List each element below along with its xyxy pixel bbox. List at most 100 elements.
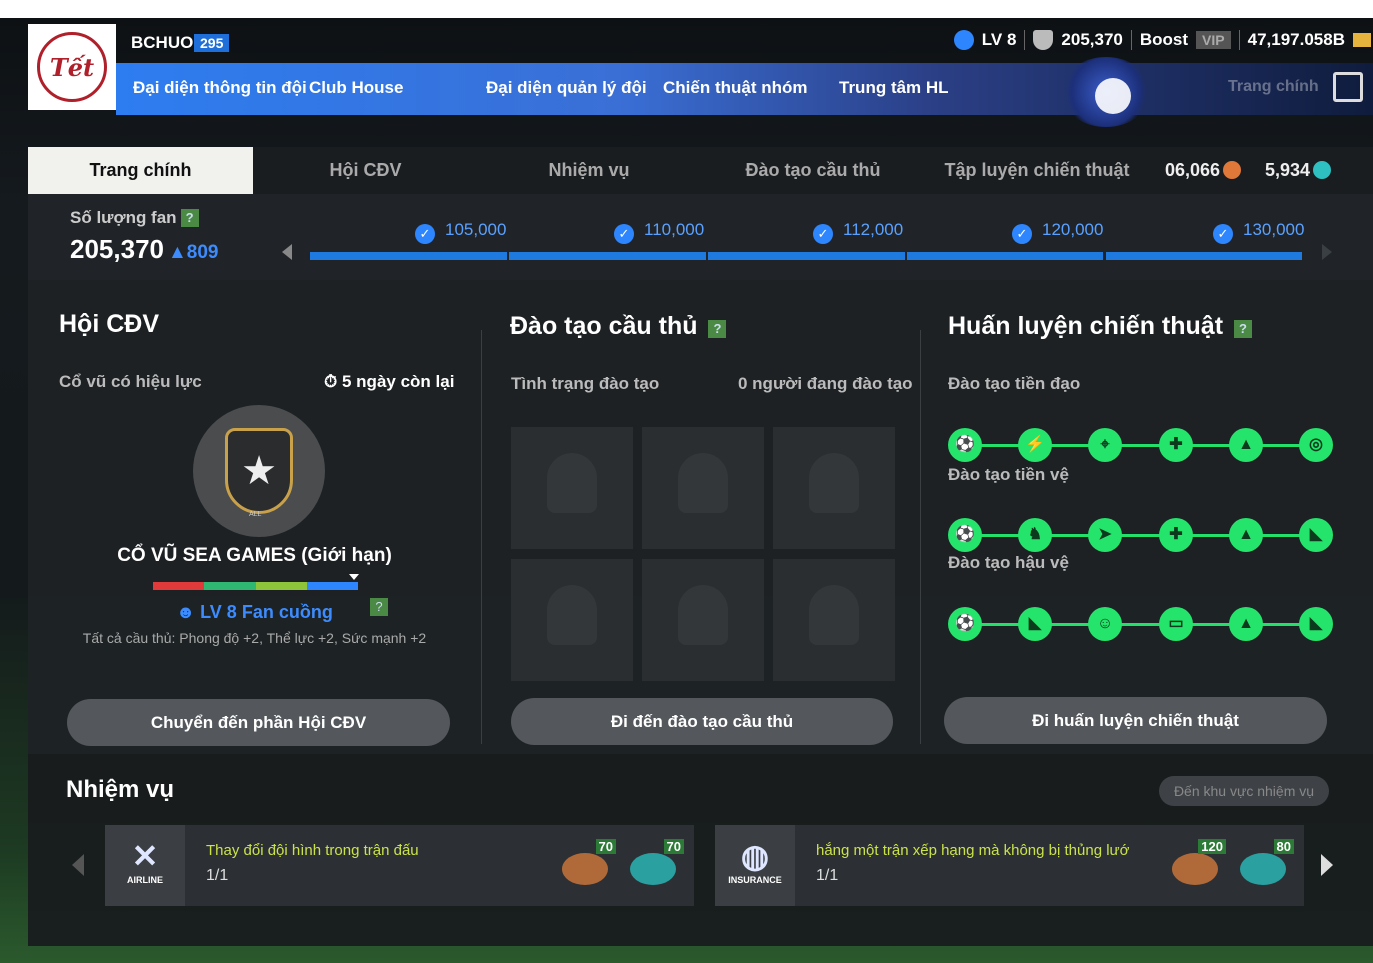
nav-club-house[interactable]: Club House [309,63,403,115]
nav-team-tactics[interactable]: Chiến thuật nhóm [663,63,807,115]
jersey-icon[interactable]: ▲ [1229,518,1263,552]
divider [1130,30,1132,50]
divider [920,330,921,744]
go-fan-club-button[interactable]: Chuyển đến phần Hội CĐV [67,699,450,746]
location-pin-icon[interactable]: ⌖ [1088,428,1122,462]
chevron-right-icon[interactable] [1321,854,1333,876]
boost-label[interactable]: Boost [1140,30,1188,50]
tab-main[interactable]: Trang chính [28,147,253,194]
help-icon[interactable]: ? [180,209,199,227]
tab-fan-club[interactable]: Hội CĐV [253,147,478,194]
strength-icon[interactable]: ✚ [1159,518,1193,552]
milestone-5: ✓ 130,000 [1213,220,1304,244]
training-status-label: Tình trạng đào tạo [511,374,660,393]
tet-emblem-icon: Tết [37,32,107,102]
vip-badge[interactable]: VIP [1196,31,1231,49]
progress-segment [708,252,905,260]
cheer-title: CỔ VŨ SEA GAMES (Giới hạn) [117,545,392,566]
tactic-training-title: Huấn luyện chiến thuật ? [948,312,1252,341]
ball-skill-icon[interactable]: ⚽ [948,607,982,641]
boot-icon[interactable]: ◣ [1299,518,1333,552]
training-slot[interactable] [773,427,895,549]
help-icon[interactable]: ? [708,320,727,338]
runner-icon[interactable]: ♞ [1018,518,1052,552]
tab-player-training[interactable]: Đào tạo cầu thủ [700,147,926,194]
username: BCHUOI [131,33,199,52]
check-icon: ✓ [415,224,435,244]
fan-count-value: 205,370 ▲809 [70,234,219,265]
header-icon[interactable]: ☺ [1088,607,1122,641]
mission-text: hắng một trận xếp hạng mà không bị thủng… [816,842,1130,859]
fan-level-icon: ☻ [176,602,196,622]
training-slot[interactable] [511,427,633,549]
help-icon[interactable]: ? [1233,320,1252,338]
main-nav: Đại diện thông tin đội Club House Đại di… [116,57,1373,127]
jersey-icon[interactable]: ▲ [1229,607,1263,641]
divider [1024,30,1026,50]
progress-segment [1106,252,1302,260]
pass-icon[interactable]: ➤ [1088,518,1122,552]
jersey-icon[interactable]: ▲ [1229,428,1263,462]
divider [1238,30,1240,50]
midfield-training-track: ⚽ ♞ ➤ ✚ ▲ ◣ [948,518,1333,552]
training-slot[interactable] [642,559,764,681]
fan-level-text: LV 8 Fan cuồng [200,602,333,622]
ball-spin-icon[interactable]: ⚽ [948,518,982,552]
sc-value: 06,066 [1165,160,1221,180]
cheer-color-bar [153,582,358,590]
training-slot[interactable] [511,559,633,681]
active-cheer-label: Cổ vũ có hiệu lực [59,372,202,391]
fan-progress-panel: Số lượng fan? 205,370 ▲809 ✓ 105,000 ✓ 110,… [28,194,1373,280]
milestone-2: ✓ 110,000 [614,220,704,244]
go-missions-button[interactable]: Đến khu vực nhiệm vụ [1159,776,1329,806]
lightning-icon[interactable]: ⚡ [1018,428,1052,462]
go-tactic-training-button[interactable]: Đi huấn luyện chiến thuật [944,697,1327,744]
insurance-sponsor-logo: ◍ INSURANCE [715,825,795,906]
mission-progress: 1/1 [206,867,229,884]
boot-icon[interactable]: ◣ [1299,607,1333,641]
fan-total: 205,370 [70,234,164,264]
club-logo[interactable]: Tết [28,24,116,110]
tackle-icon[interactable]: ◣ [1018,607,1052,641]
tc-reward: 70 [628,839,684,895]
tab-missions[interactable]: Nhiệm vụ [478,147,700,194]
bp-coin-icon [1353,33,1371,47]
ball-skill-icon[interactable]: ⚽ [948,428,982,462]
mission-panel: Nhiệm vụ Đến khu vực nhiệm vụ ✕ AIRLINE … [28,754,1373,946]
chat-person-icon[interactable] [1095,78,1131,114]
fan-count-label: Số lượng fan? [70,208,199,228]
nav-training-center[interactable]: Trung tâm HL [839,63,949,115]
fan-delta: ▲809 [167,242,219,263]
chevron-left-icon[interactable] [282,244,292,260]
star-shield-icon: ★ [225,428,293,514]
nav-team-manager[interactable]: Đại diện quản lý đội [486,63,647,115]
milestone-value: 120,000 [1042,220,1104,239]
chevron-left-icon[interactable] [72,854,84,876]
exit-icon[interactable] [1333,72,1363,102]
progress-segment [907,252,1103,260]
forward-training-track: ⚽ ⚡ ⌖ ✚ ▲ ◎ [948,428,1333,462]
insurance-logo-icon: ◍ [741,838,769,874]
mission-card[interactable]: ◍ INSURANCE hắng một trận xếp hạng mà kh… [715,825,1304,906]
chevron-right-icon[interactable] [1322,244,1332,260]
cheer-level-marker [349,574,359,580]
check-icon: ✓ [1213,224,1233,244]
fan-count-label-text: Số lượng fan [70,208,177,227]
cheer-bonus: Tất cả cầu thủ: Phong độ +2, Thể lực +2,… [82,630,427,646]
strength-icon[interactable]: ✚ [1159,428,1193,462]
nav-main-page[interactable]: Trang chính [1228,78,1319,96]
training-slot[interactable] [642,427,764,549]
training-slot[interactable] [773,559,895,681]
card-icon[interactable]: ▭ [1159,607,1193,641]
milestone-4: ✓ 120,000 [1012,220,1103,244]
tc-coin-icon [1240,853,1286,885]
goal-icon[interactable]: ◎ [1299,428,1333,462]
tc-reward: 80 [1238,839,1294,895]
go-player-training-button[interactable]: Đi đến đào tạo cầu thủ [511,698,893,745]
mission-card[interactable]: ✕ AIRLINE Thay đổi đội hình trong trận đ… [105,825,694,906]
tab-tactic-training[interactable]: Tập luyện chiến thuật [926,147,1148,194]
nav-team-info[interactable]: Đại diện thông tin đội [133,63,307,115]
fan-level: LV 8 [981,30,1017,49]
check-icon: ✓ [813,224,833,244]
milestone-value: 112,000 [843,220,904,239]
